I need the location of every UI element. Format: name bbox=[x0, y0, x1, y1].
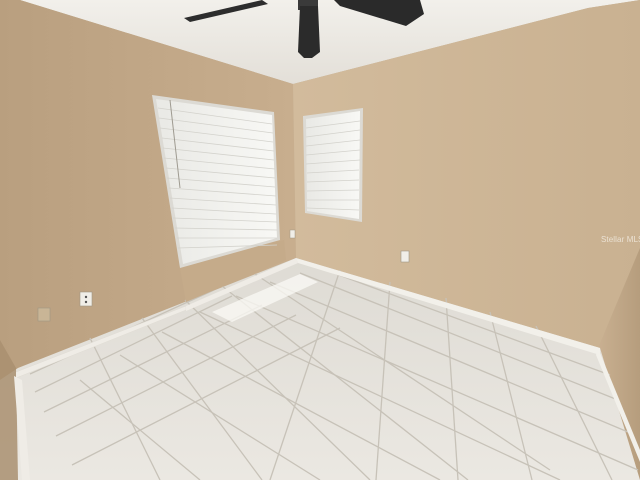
watermark-text: Stellar MLS bbox=[601, 235, 640, 244]
room-illustration bbox=[0, 0, 640, 480]
electrical-outlet-icon-2 bbox=[37, 307, 51, 322]
electrical-outlet-icon-3 bbox=[400, 250, 410, 263]
electrical-outlet-icon bbox=[79, 291, 93, 307]
room-photo: Stellar MLS bbox=[0, 0, 640, 480]
window-blinds-center bbox=[303, 108, 363, 222]
electrical-outlet-icon-4 bbox=[289, 229, 296, 239]
